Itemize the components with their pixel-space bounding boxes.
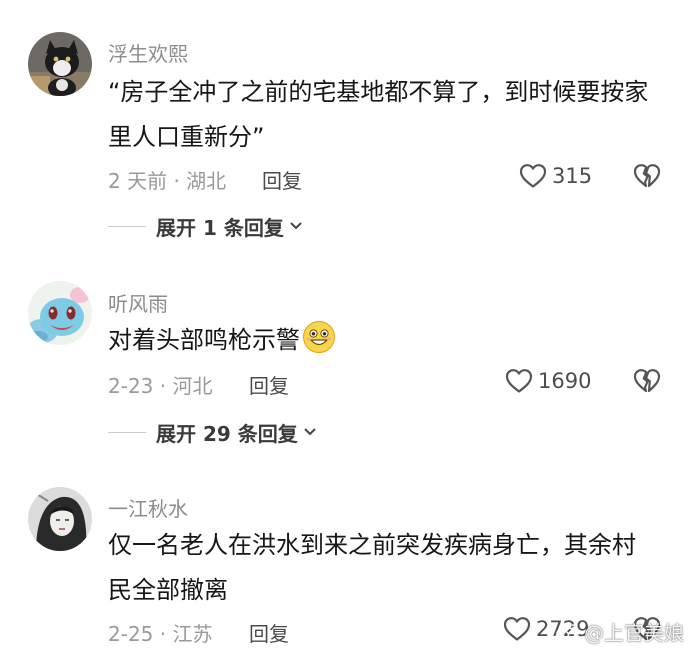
ink-portrait-avatar-icon [28, 487, 92, 551]
comment-meta: 2 天前 · 湖北 [108, 169, 227, 193]
grinning-face-emoji-icon [302, 320, 336, 354]
broken-heart-icon [633, 164, 661, 188]
divider-line [108, 226, 146, 227]
expand-replies-label: 展开 29 条回复 [156, 422, 298, 446]
username[interactable]: 浮生欢熙 [108, 38, 188, 67]
dislike-button[interactable] [632, 161, 662, 191]
squirtle-avatar-icon [28, 281, 92, 345]
heart-outline-icon [519, 164, 547, 188]
reply-button[interactable]: 回复 [249, 370, 289, 399]
comment-meta: 2-23 · 河北 [108, 374, 213, 398]
dislike-button[interactable] [632, 366, 662, 396]
like-button[interactable]: 315 [518, 161, 592, 191]
comment-text: 仅一名老人在洪水到来之前突发疾病身亡，其余村民全部撤离 [108, 531, 636, 604]
like-count: 1690 [538, 369, 592, 393]
expand-replies[interactable]: 展开 1 条回复 [108, 212, 304, 241]
watermark: @上官美娘 [556, 617, 684, 646]
weibo-logo-icon [556, 623, 578, 641]
user-avatar[interactable] [28, 487, 92, 551]
cat-avatar-icon [28, 32, 92, 96]
chevron-down-icon [288, 217, 304, 237]
username[interactable]: 听风雨 [108, 288, 168, 317]
user-avatar[interactable] [28, 32, 92, 96]
reply-button[interactable]: 回复 [262, 165, 302, 194]
like-button[interactable]: 1690 [504, 366, 591, 396]
reply-button[interactable]: 回复 [249, 618, 289, 647]
divider-line [108, 432, 146, 433]
comment-text-content: 对着头部鸣枪示警 [108, 326, 300, 354]
expand-replies-label: 展开 1 条回复 [156, 216, 284, 240]
heart-outline-icon [505, 369, 533, 393]
chevron-down-icon [302, 423, 318, 443]
broken-heart-icon [633, 369, 661, 393]
user-avatar[interactable] [28, 281, 92, 345]
watermark-text: @上官美娘 [584, 621, 684, 645]
expand-replies[interactable]: 展开 29 条回复 [108, 418, 318, 447]
comment-text: 对着头部鸣枪示警 [108, 318, 658, 363]
like-count: 315 [552, 164, 593, 188]
heart-outline-icon [503, 617, 531, 641]
comment-meta: 2-25 · 江苏 [108, 622, 213, 646]
username[interactable]: 一江秋水 [108, 493, 188, 522]
comment-text: “房子全冲了之前的宅基地都不算了，到时候要按家里人口重新分” [108, 78, 649, 151]
